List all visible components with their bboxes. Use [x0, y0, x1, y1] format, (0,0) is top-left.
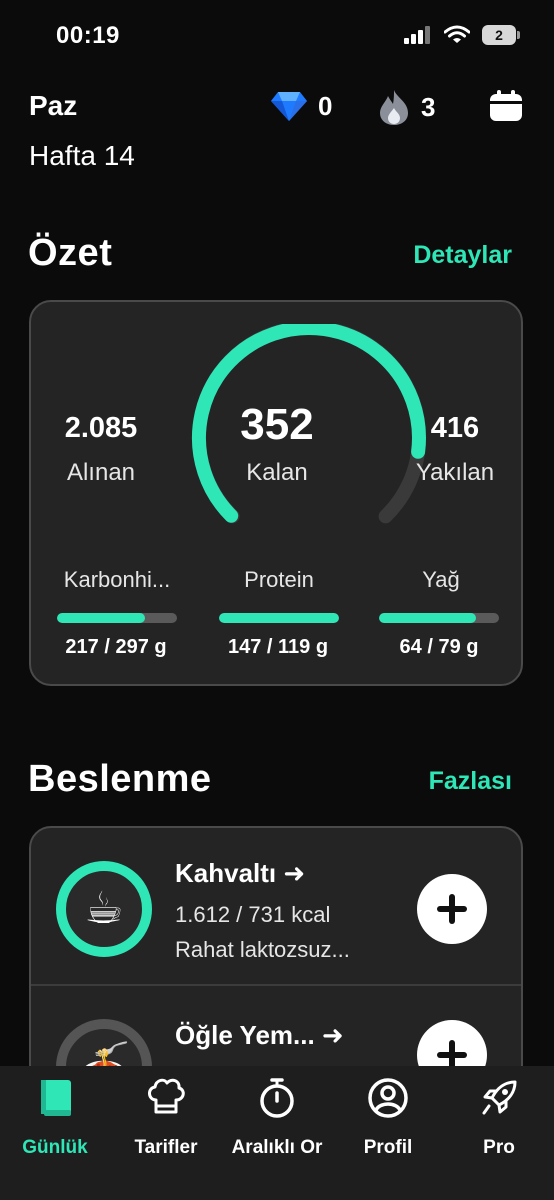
macro-carbs-value: 217 / 297 g — [65, 636, 167, 658]
tab-diary-label: Günlük — [22, 1137, 88, 1158]
burned-value: 416 — [430, 412, 480, 444]
breakfast-kcal: 1.612 / 731 kcal — [175, 902, 331, 927]
macro-fat: Yağ — [379, 567, 503, 593]
profile-icon — [368, 1078, 408, 1118]
tab-fasting-label: Aralıklı Or — [231, 1137, 323, 1158]
macro-protein-bar — [219, 613, 339, 623]
book-icon — [41, 1080, 71, 1116]
breakfast-title: Kahvaltı ➜ — [175, 858, 306, 888]
day-label: Paz — [29, 90, 78, 121]
week-label: Hafta 14 — [29, 140, 135, 171]
burned-label: Yakılan — [415, 459, 495, 486]
flame-icon — [380, 90, 408, 125]
coffee-icon: ☕ — [84, 884, 124, 933]
eaten-value: 2.085 — [64, 412, 138, 444]
macro-fat-bar-fill — [379, 613, 477, 623]
summary-card[interactable]: 2.085 Alınan 352 Kalan 416 Yakılan Karbo… — [29, 300, 523, 686]
macro-fat-name: Yağ — [422, 567, 460, 592]
details-link[interactable]: Detaylar — [413, 241, 512, 270]
remaining-value: 352 — [240, 400, 314, 449]
battery-icon: 2 — [482, 25, 520, 45]
tab-fasting[interactable]: Aralıklı Or — [222, 1076, 332, 1159]
nutrition-title: Beslenme — [28, 758, 212, 800]
diary-screen: 00:19 2 Paz Hafta 14 0 3 Özet Detaylar 2… — [0, 0, 554, 1200]
meal-row-breakfast[interactable]: ☕ Kahvaltı ➜ 1.612 / 731 kcal Rahat lakt… — [31, 828, 521, 986]
tab-recipes[interactable]: Tarifler — [111, 1076, 221, 1159]
status-bar: 00:19 2 — [0, 0, 554, 70]
wifi-icon — [444, 25, 470, 43]
status-time: 00:19 — [56, 22, 120, 49]
tab-recipes-label: Tarifler — [134, 1137, 198, 1158]
gems-counter[interactable]: 0 — [270, 90, 332, 122]
eaten-label: Alınan — [66, 459, 136, 486]
macro-fat-bar — [379, 613, 499, 623]
status-icons: 2 — [404, 25, 520, 45]
diamond-icon — [271, 92, 307, 121]
remaining-label: Kalan — [246, 459, 308, 486]
breakfast-desc: Rahat laktozsuz... — [175, 937, 350, 962]
lunch-title: Öğle Yem... ➜ — [175, 1020, 344, 1050]
add-breakfast-button[interactable] — [417, 874, 487, 944]
chef-hat-icon — [148, 1078, 185, 1114]
tab-pro-label: Pro — [483, 1137, 515, 1158]
macro-fat-value: 64 / 79 g — [399, 636, 479, 658]
tab-diary[interactable]: Günlük — [0, 1076, 110, 1159]
macro-protein-value: 147 / 119 g — [227, 636, 329, 658]
tab-bar: Günlük Tarifler Aralıklı Or Profil Pro — [0, 1066, 554, 1200]
more-link[interactable]: Fazlası — [429, 767, 512, 796]
cellular-signal-icon — [404, 26, 430, 44]
rocket-icon — [482, 1080, 517, 1115]
calendar-icon[interactable] — [489, 90, 523, 122]
macro-protein: Protein — [217, 567, 341, 593]
streak-count: 3 — [421, 91, 436, 122]
macro-carbs-name: Karbonhi... — [63, 567, 171, 592]
macro-carbs-bar — [57, 613, 177, 623]
streak-counter[interactable]: 3 — [377, 88, 435, 126]
tab-pro[interactable]: Pro — [444, 1076, 554, 1159]
macro-protein-bar-fill — [219, 613, 339, 623]
gems-count: 0 — [318, 90, 333, 121]
macro-protein-name: Protein — [244, 567, 314, 592]
stopwatch-icon — [260, 1078, 294, 1118]
macro-carbs-bar-fill — [57, 613, 145, 623]
tab-profile[interactable]: Profil — [333, 1076, 443, 1159]
summary-title: Özet — [28, 232, 113, 274]
tab-profile-label: Profil — [363, 1137, 413, 1158]
macro-carbs: Karbonhi... — [55, 567, 179, 593]
